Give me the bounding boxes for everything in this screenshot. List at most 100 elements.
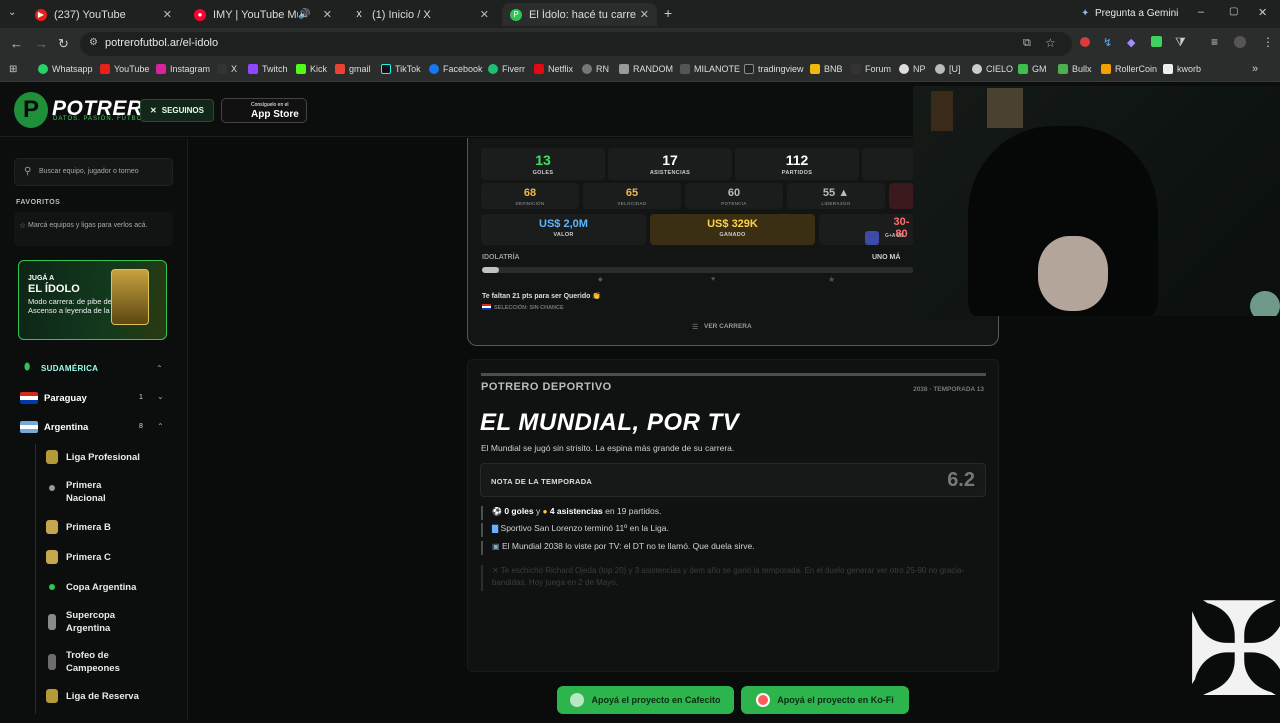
bookmark-instagram[interactable]: Instagram [156,64,210,74]
extension-green-icon[interactable] [1151,36,1162,47]
bookmark-netflix[interactable]: Netflix [534,64,573,74]
bullet-faded: ✕ Te eschichó Richard Ojeda (top 20) y 3… [481,565,981,591]
potrero-logo-icon[interactable]: P [14,92,48,128]
search-input[interactable]: ⚲ Buscar equipo, jugador o torneo [14,158,173,186]
stat-value: 112 [785,152,809,168]
el-idolo-promo-card[interactable]: JUGÁ A EL ÍDOLO Modo carrera: de pibe de… [18,260,167,340]
bullet-text: Te eschichó Richard Ojeda (top 20) y 3 a… [492,566,965,587]
league-liga-profesional[interactable]: Liga Profesional [66,451,140,464]
new-tab-button[interactable]: + [664,5,672,21]
league-trofeo-de-campeones[interactable]: Trofeo de Campeones [66,649,136,675]
bookmark-facebook[interactable]: Facebook [429,64,483,74]
earned-value: US$ 329K [707,218,758,230]
profile-avatar[interactable] [1234,36,1246,48]
bookmark-x[interactable]: X [217,64,237,74]
close-icon[interactable]: ✕ [163,8,172,21]
close-icon[interactable]: ✕ [323,8,332,21]
follow-button[interactable]: ✕ SEGUINOS [140,99,214,122]
bookmark-tiktok[interactable]: TikTok [381,64,421,74]
bookmark-gm[interactable]: GM [1018,64,1047,74]
background-frame [987,88,1023,128]
region-sudamerica[interactable]: SUDAMÉRICA [41,364,98,373]
url-text[interactable]: potrerofutbol.ar/el-idolo [105,37,218,49]
bookmark-twitch[interactable]: Twitch [248,64,288,74]
country-paraguay[interactable]: Paraguay [44,393,87,404]
extension-wallet-icon[interactable]: ◆ [1127,36,1135,49]
bookmark-milanote[interactable]: MILANOTE [680,64,740,74]
stat-goals: 13 GOLES [481,148,605,180]
league-copa-argentina[interactable]: Copa Argentina [66,581,136,594]
cafecito-label: Apoyá el proyecto en Cafecito [591,695,721,705]
bookmark-star-icon[interactable]: ☆ [1045,36,1056,50]
tree-line [35,444,36,714]
apps-grid-icon[interactable]: ⊞ [9,64,17,75]
favorites-empty-text: Marcá equipos y ligas para verlos acá. [28,222,148,229]
player-card-image [111,269,149,325]
goals-count: 0 goles [504,506,534,516]
chevron-up-icon[interactable]: ⌃ [156,364,163,373]
earned-box: US$ 329K GANADO [650,214,815,245]
country-argentina[interactable]: Argentina [44,422,88,433]
app-store-button[interactable]: Consíguelo en el App Store [221,98,307,123]
tab-youtube[interactable]: ▶ (237) YouTube ✕ [27,3,180,26]
forward-icon[interactable]: → [35,36,48,51]
address-bar[interactable]: ⚙ potrerofutbol.ar/el-idolo ⧉ ☆ [80,32,1072,56]
gemini-button[interactable]: Pregunta a Gemini [1095,8,1178,19]
chevron-up-icon[interactable]: ⌃ [157,422,164,431]
bookmark-youtube[interactable]: YouTube [100,64,149,74]
league-supercopa-argentina[interactable]: Supercopa Argentina [66,609,130,635]
tab-x[interactable]: X (1) Inicio / X ✕ [345,3,497,26]
view-career-link[interactable]: VER CARRERA [704,323,752,330]
kofi-button[interactable]: Apoyá el proyecto en Ko-Fi [741,686,909,714]
close-icon[interactable]: ✕ [640,8,649,21]
league-liga-de-reserva[interactable]: Liga de Reserva [66,690,139,703]
bookmark-tradingview[interactable]: tradingview [744,64,804,74]
minimize-button[interactable]: – [1198,6,1204,18]
paraguay-flag-icon [20,392,38,404]
league-primera-c[interactable]: Primera C [66,551,111,564]
speaker-icon[interactable]: 🔊 [298,9,310,20]
close-icon[interactable]: ✕ [480,8,489,21]
extension-translate-icon[interactable]: ↯ [1103,36,1112,49]
bookmark-rollercoin[interactable]: RollerCoin [1101,64,1157,74]
supercopa-icon [48,614,56,630]
kofi-label: Apoyá el proyecto en Ko-Fi [777,695,894,705]
extensions-puzzle-icon[interactable]: ⧩ [1175,35,1186,50]
install-app-icon[interactable]: ⧉ [1023,37,1031,50]
cafecito-button[interactable]: Apoyá el proyecto en Cafecito [557,686,734,714]
bookmark-u[interactable]: [U] [935,64,961,74]
chevron-down-icon[interactable]: ⌄ [157,392,164,401]
menu-kebab-icon[interactable]: ⋮ [1262,35,1274,49]
season-meta: 2038 · TEMPORADA 13 [913,386,984,393]
bookmark-rn[interactable]: RN [582,64,609,74]
stat-partial [862,148,914,180]
bookmark-np[interactable]: NP [899,64,926,74]
bookmark-fiverr[interactable]: Fiverr [488,64,525,74]
more-bookmarks-icon[interactable]: » [1252,63,1258,75]
extension-record-icon[interactable] [1080,37,1090,47]
chart-icon: ▇ [492,524,499,533]
tab-el-idolo[interactable]: P El Ídolo: hacé tu carrera en la Liga ✕ [502,3,657,26]
bookmark-whatsapp[interactable]: Whatsapp [38,64,93,74]
bookmark-forum[interactable]: Forum [851,64,891,74]
tab-search-chevron-icon[interactable]: ⌄ [8,7,16,18]
window-close-button[interactable]: ✕ [1258,6,1267,19]
browser-toolbar: ← → ↻ ⚙ potrerofutbol.ar/el-idolo ⧉ ☆ ↯ … [0,28,1280,60]
stat-value: 13 [535,152,551,168]
reading-list-icon[interactable]: ≡ [1211,35,1218,49]
league-primera-b[interactable]: Primera B [66,521,111,534]
league-primera-nacional[interactable]: Primera Nacional [66,479,126,505]
bookmark-random[interactable]: RANDOM [619,64,673,74]
maximize-button[interactable]: ▢ [1229,6,1238,17]
attribute-value: 60 [727,187,741,199]
back-icon[interactable]: ← [10,36,23,51]
bookmark-kworb[interactable]: kworb [1163,64,1201,74]
bookmark-gmail[interactable]: gmail [335,64,371,74]
reload-icon[interactable]: ↻ [58,36,69,52]
bookmark-bnb[interactable]: BNB [810,64,843,74]
bookmark-kick[interactable]: Kick [296,64,327,74]
tab-youtube-music[interactable]: ● IMY | YouTube Music 🔊 ✕ [186,3,340,26]
bookmark-bullx[interactable]: Bullx [1058,64,1092,74]
bookmark-cielo[interactable]: CIELO [972,64,1013,74]
site-info-icon[interactable]: ⚙ [89,37,98,48]
